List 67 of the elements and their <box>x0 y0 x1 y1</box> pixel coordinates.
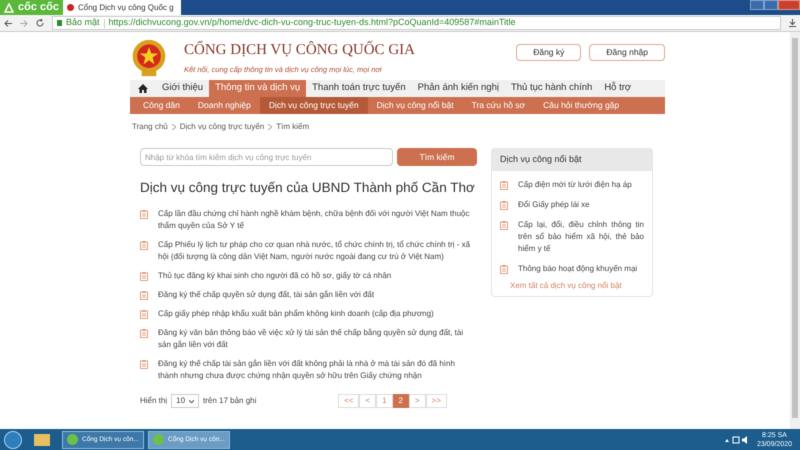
search-field[interactable]: Nhập từ khóa tìm kiếm dịch vụ công trực tuyến <box>140 148 393 166</box>
document-icon <box>140 329 148 338</box>
site-title: CỔNG DỊCH VỤ CÔNG QUỐC GIA <box>184 40 415 60</box>
nav-tab[interactable]: Thanh toán trực tuyến <box>306 80 412 97</box>
breadcrumb-link[interactable]: Trang chủ <box>132 121 168 133</box>
subnav-tab[interactable]: Công dân <box>134 97 189 114</box>
header-button[interactable]: Đăng ký <box>516 44 582 61</box>
emblem-icon <box>130 38 168 78</box>
nav-tab[interactable]: Thủ tục hành chính <box>504 80 598 97</box>
page-size-select[interactable]: 10 <box>171 394 200 408</box>
service-link[interactable]: Đăng ký văn bản thông báo về việc xử lý tài sản thế chấp bằng quyền sử dụng đất, tài sản gắn liền với đất <box>158 327 477 352</box>
leaf-logo-icon <box>4 2 14 12</box>
page-button[interactable]: 2 <box>392 394 409 408</box>
service-link[interactable]: Cấp Phiếu lý lịch tư pháp cho cơ quan nhà nước, tổ chức chính trị, tổ chức chính trị - xã hội (đối tượng là công dân Việt Nam, người nước ngoài đang cư trú ở Việt Nam) <box>158 239 477 264</box>
service-link[interactable]: Đăng ký thế chấp quyền sử dụng đất, tài sản gắn liền với đất <box>158 289 374 302</box>
address-bar[interactable]: Bảo mật https://dichvucong.gov.vn/p/home/dvc-dich-vu-cong-truc-tuyen-ds.html?pCoQuanId=409587#mainTitle <box>52 16 781 30</box>
browser-icon <box>153 434 164 445</box>
breadcrumb-link[interactable]: Dịch vụ công trực tuyến <box>180 121 264 133</box>
document-icon <box>140 210 148 220</box>
scrollbar[interactable] <box>790 32 800 429</box>
tray-icons[interactable] <box>724 436 749 444</box>
search-button[interactable]: Tìm kiếm <box>397 148 477 166</box>
document-icon <box>140 291 148 300</box>
flag-icon <box>66 4 74 11</box>
chevron-down-icon <box>189 400 194 403</box>
service-link[interactable]: Đăng ký thế chấp tài sản gắn liền với đất không phải là nhà ở mà tài sản đó đã hình thành nhưng chưa được chứng nhận quyền sở hữu trên Giấy chứng nhận <box>158 358 477 382</box>
subnav-tab[interactable]: Câu hỏi thường gặp <box>534 97 628 114</box>
lock-icon <box>57 20 62 26</box>
subnav-tab[interactable]: Dịch vụ công nổi bật <box>368 97 463 114</box>
chevron-icon <box>268 124 272 130</box>
record-count: trên 17 bản ghi <box>203 395 256 408</box>
document-icon <box>500 180 508 190</box>
service-link[interactable]: Cấp giấy phép nhập khẩu xuất bản phẩm không kinh doanh (cấp địa phương) <box>158 308 434 320</box>
featured-service-link[interactable]: Cấp lại, đổi, điều chỉnh thông tin trên sổ bảo hiểm xã hội, thẻ bảo hiểm y tế <box>518 218 644 254</box>
featured-service-link[interactable]: Thông báo hoạt động khuyến mại <box>518 262 638 274</box>
nav-tab[interactable]: Thông tin và dịch vụ <box>209 80 306 97</box>
folder-icon[interactable] <box>34 434 50 446</box>
document-icon <box>140 241 148 250</box>
security-label: Bảo mật <box>66 17 100 29</box>
document-icon <box>500 220 508 230</box>
nav-tab[interactable]: Hỗ trợ <box>598 80 638 97</box>
header-button[interactable]: Đăng nhập <box>589 44 665 61</box>
chevron-icon <box>172 124 176 130</box>
back-icon[interactable] <box>4 20 12 26</box>
start-button[interactable] <box>4 430 22 448</box>
browser-icon <box>67 434 78 445</box>
nav-tab[interactable]: Phản ánh kiến nghị <box>412 80 505 97</box>
nav-tab[interactable]: Giới thiệu <box>156 80 210 97</box>
sidebar-title: Dịch vụ công nổi bật <box>492 149 652 170</box>
page-heading: Dịch vụ công trực tuyến của UBND Thành phố Cần Thơ <box>140 179 475 197</box>
subnav-tab[interactable]: Tra cứu hồ sơ <box>462 97 534 114</box>
document-icon <box>500 264 508 274</box>
featured-service-link[interactable]: Cấp điện mới từ lưới điện hạ áp <box>518 178 632 190</box>
subnav-tab[interactable]: Doanh nghiệp <box>188 97 260 114</box>
service-link[interactable]: Thủ tục đăng ký khai sinh cho người đã có hồ sơ, giấy tờ cá nhân <box>158 270 392 282</box>
service-link[interactable]: Cấp lần đầu chứng chỉ hành nghề khám bệnh, chữa bệnh đối với người Việt Nam thuộc thẩm quyền của Sở Y tế <box>158 208 477 232</box>
subnav-tab[interactable]: Dịch vụ công trực tuyến <box>260 97 368 114</box>
reload-icon[interactable] <box>36 19 44 27</box>
document-icon <box>140 360 148 370</box>
document-icon <box>500 200 508 210</box>
document-icon <box>140 272 148 282</box>
show-label: Hiển thị <box>140 395 168 408</box>
url-text: https://dichvucong.gov.vn/p/home/dvc-dich-vu-cong-truc-tuyen-ds.html?pCoQuanId=409587#mainTitle <box>108 17 516 29</box>
download-icon[interactable] <box>789 19 796 27</box>
browser-brand: cốc cốc <box>18 0 59 16</box>
document-icon <box>140 310 148 320</box>
featured-service-link[interactable]: Đổi Giấy phép lái xe <box>518 198 590 210</box>
